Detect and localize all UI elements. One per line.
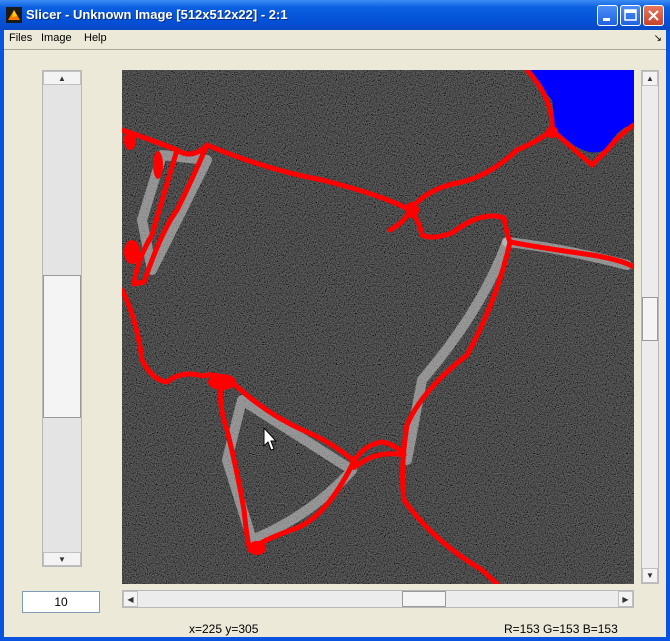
menu-files[interactable]: Files xyxy=(9,32,32,44)
arrow-right-icon: ▶ xyxy=(622,595,629,604)
close-icon xyxy=(648,10,659,21)
hscroll-thumb[interactable] xyxy=(402,591,446,607)
menu-separator xyxy=(4,49,666,50)
menu-image[interactable]: Image xyxy=(41,32,72,44)
arrow-down-icon: ▼ xyxy=(646,571,654,580)
vscroll-thumb[interactable] xyxy=(642,297,658,341)
app-window: Slicer - Unknown Image [512x512x22] - 2:… xyxy=(0,0,670,641)
maximize-icon xyxy=(624,9,637,21)
arrow-left-icon: ◀ xyxy=(127,595,134,604)
slice-track-lower[interactable] xyxy=(43,418,81,552)
minimize-icon xyxy=(603,18,610,21)
hscroll-left-button[interactable]: ◀ xyxy=(123,591,138,607)
vscroll-up-button[interactable]: ▲ xyxy=(642,71,658,86)
status-coordinates: x=225 y=305 xyxy=(189,622,259,636)
menu-bar: Files Image Help ↘ xyxy=(4,30,666,48)
status-rgb: R=153 G=153 B=153 xyxy=(504,622,618,636)
slice-down-button[interactable]: ▼ xyxy=(43,552,81,566)
slice-number-field[interactable]: 10 xyxy=(22,591,100,613)
dock-icon[interactable]: ↘ xyxy=(654,33,662,44)
close-button[interactable] xyxy=(643,5,664,26)
arrow-up-icon: ▲ xyxy=(646,74,654,83)
client-area: Files Image Help ↘ ▲ ▼ 10 ▲ ▼ ◀ ▶ x=225 … xyxy=(4,30,666,637)
minimize-button[interactable] xyxy=(597,5,618,26)
matlab-icon xyxy=(6,7,22,23)
segmented-image[interactable] xyxy=(119,67,637,587)
slice-up-button[interactable]: ▲ xyxy=(43,71,81,85)
slice-slider[interactable]: ▲ ▼ xyxy=(42,70,82,567)
hscroll-right-button[interactable]: ▶ xyxy=(618,591,633,607)
title-bar[interactable]: Slicer - Unknown Image [512x512x22] - 2:… xyxy=(0,0,670,30)
menu-help[interactable]: Help xyxy=(84,32,107,44)
vertical-scroll-slider[interactable]: ▲ ▼ xyxy=(641,70,659,584)
arrow-up-icon: ▲ xyxy=(58,74,66,83)
arrow-down-icon: ▼ xyxy=(58,555,66,564)
slice-slider-thumb[interactable] xyxy=(43,275,81,418)
slice-track-upper[interactable] xyxy=(43,85,81,275)
vscroll-down-button[interactable]: ▼ xyxy=(642,568,658,583)
image-view[interactable] xyxy=(119,67,637,587)
window-title: Slicer - Unknown Image [512x512x22] - 2:… xyxy=(26,7,288,22)
horizontal-scroll-slider[interactable]: ◀ ▶ xyxy=(122,590,634,608)
maximize-button[interactable] xyxy=(620,5,641,26)
